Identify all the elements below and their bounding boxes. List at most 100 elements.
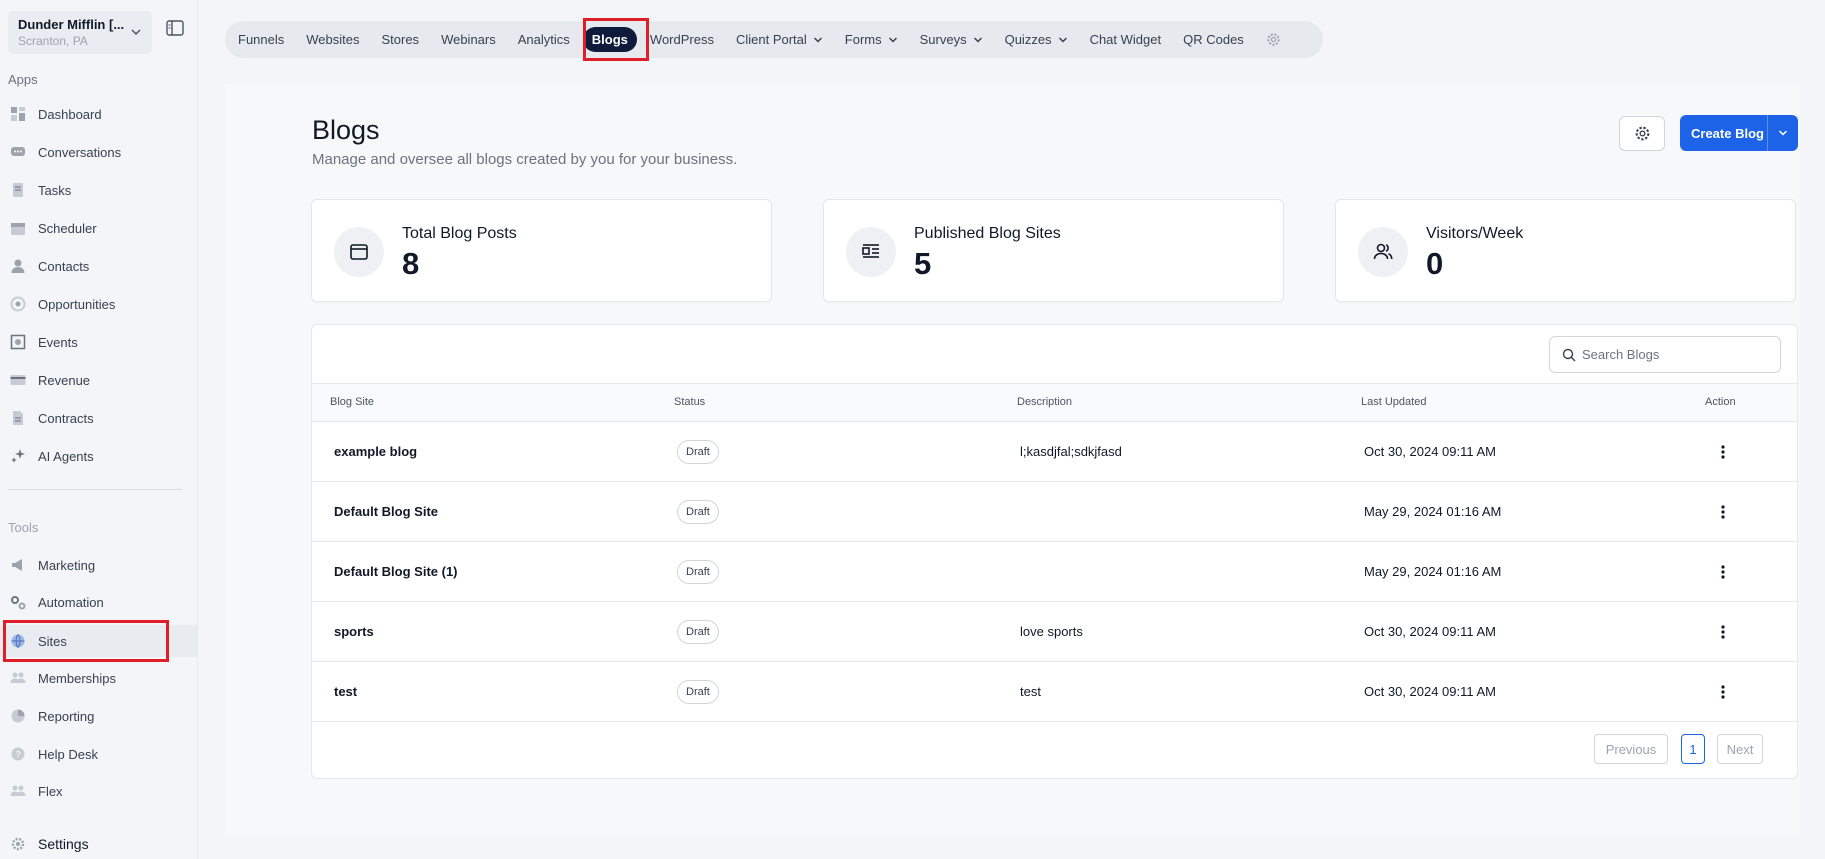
more-actions-icon[interactable]	[1717, 562, 1729, 582]
blog-description: test	[1020, 684, 1041, 699]
more-actions-icon[interactable]	[1717, 622, 1729, 642]
sidebar-item-label: Tasks	[38, 182, 72, 198]
blog-site-name[interactable]: sports	[334, 624, 374, 639]
tab-surveys[interactable]: Surveys	[920, 32, 983, 47]
svg-text:?: ?	[15, 750, 20, 760]
blog-site-name[interactable]: Default Blog Site	[334, 504, 438, 519]
page-title: Blogs	[312, 115, 380, 145]
sidebar-item-ai-agents[interactable]: AI Agents	[10, 441, 190, 471]
column-header-blog-site[interactable]: Blog Site	[330, 396, 374, 408]
create-blog-button[interactable]: Create Blog	[1680, 115, 1798, 151]
sidebar-item-events[interactable]: Events	[10, 327, 190, 357]
sidebar-item-contracts[interactable]: Contracts	[10, 403, 190, 433]
sidebar-item-dashboard[interactable]: Dashboard	[10, 99, 190, 129]
blog-site-name[interactable]: Default Blog Site (1)	[334, 564, 458, 579]
tab-qr-codes[interactable]: QR Codes	[1183, 32, 1244, 47]
status-badge: Draft	[677, 500, 719, 524]
last-updated: Oct 30, 2024 09:11 AM	[1364, 684, 1497, 699]
sidebar-item-contacts[interactable]: Contacts	[10, 251, 190, 281]
sidebar-item-label: Scheduler	[38, 220, 97, 236]
search-input[interactable]: Search Blogs	[1549, 336, 1781, 373]
previous-page-button[interactable]: Previous	[1594, 734, 1668, 764]
blog-description: l;kasdjfal;sdkjfasd	[1020, 444, 1122, 459]
tasks-icon	[10, 182, 26, 198]
sidebar-item-label: Opportunities	[38, 296, 116, 312]
flex-icon	[10, 783, 26, 799]
status-badge: Draft	[677, 680, 719, 704]
next-page-button[interactable]: Next	[1717, 734, 1763, 764]
calendar-icon	[10, 220, 26, 236]
sidebar-item-settings[interactable]: Settings	[10, 829, 190, 859]
chevron-down-icon	[973, 36, 982, 43]
blog-site-name[interactable]: test	[334, 684, 357, 699]
account-location: Scranton, PA	[18, 34, 88, 48]
sidebar-item-conversations[interactable]: Conversations	[10, 137, 190, 167]
search-placeholder: Search Blogs	[1582, 347, 1660, 362]
tab-forms[interactable]: Forms	[845, 32, 898, 47]
column-header-description[interactable]: Description	[1017, 396, 1072, 408]
tab-funnels[interactable]: Funnels	[238, 32, 284, 47]
sidebar-item-label: Flex	[38, 783, 63, 799]
tab-chat-widget[interactable]: Chat Widget	[1090, 32, 1162, 47]
settings-icon	[10, 836, 26, 852]
sidebar-item-opportunities[interactable]: Opportunities	[10, 289, 190, 319]
tab-wordpress[interactable]: WordPress	[650, 32, 714, 47]
chat-icon	[10, 144, 26, 160]
chevron-down-icon	[888, 36, 897, 43]
stat-card-visitors: Visitors/Week 0	[1335, 199, 1796, 302]
megaphone-icon	[10, 557, 26, 573]
sidebar-item-scheduler[interactable]: Scheduler	[10, 213, 190, 243]
top-navigation: Funnels Websites Stores Webinars Analyti…	[225, 21, 1323, 58]
stat-value: 5	[914, 246, 932, 281]
sidebar-item-memberships[interactable]: Memberships	[10, 663, 190, 693]
page-number-current[interactable]: 1	[1681, 734, 1705, 764]
stat-value: 0	[1426, 246, 1444, 281]
sidebar-item-label: Contracts	[38, 410, 94, 426]
stat-card-published-sites: Published Blog Sites 5	[823, 199, 1284, 302]
sidebar-item-marketing[interactable]: Marketing	[10, 550, 190, 580]
sidebar-item-flex[interactable]: Flex	[10, 776, 190, 806]
highlight-box-blogs	[583, 18, 649, 61]
table-row[interactable]: sports Draft love sports Oct 30, 2024 09…	[312, 602, 1797, 662]
blog-site-name[interactable]: example blog	[334, 444, 417, 459]
card-icon	[10, 372, 26, 388]
tab-label: Surveys	[919, 32, 967, 47]
table-row[interactable]: test Draft test Oct 30, 2024 09:11 AM	[312, 662, 1797, 722]
column-header-last-updated[interactable]: Last Updated	[1361, 396, 1426, 408]
create-blog-label: Create Blog	[1691, 125, 1764, 141]
tab-webinars[interactable]: Webinars	[441, 32, 496, 47]
sidebar-item-label: Contacts	[38, 258, 90, 274]
sidebar-item-revenue[interactable]: Revenue	[10, 365, 190, 395]
more-actions-icon[interactable]	[1717, 442, 1729, 462]
create-blog-dropdown[interactable]	[1768, 128, 1798, 138]
last-updated: May 29, 2024 01:16 AM	[1364, 504, 1502, 519]
sidebar-toggle-icon[interactable]	[166, 20, 184, 36]
gear-icon	[1635, 126, 1649, 141]
tab-stores[interactable]: Stores	[381, 32, 419, 47]
table-row[interactable]: example blog Draft l;kasdjfal;sdkjfasd O…	[312, 422, 1797, 482]
sidebar: Dunder Mifflin [... Scranton, PA Apps Da…	[0, 0, 198, 859]
help-icon: ?	[10, 746, 26, 762]
table-row[interactable]: Default Blog Site Draft May 29, 2024 01:…	[312, 482, 1797, 542]
sidebar-item-tasks[interactable]: Tasks	[10, 175, 190, 205]
sidebar-item-label: Marketing	[38, 557, 96, 573]
account-switcher[interactable]: Dunder Mifflin [... Scranton, PA	[8, 11, 152, 54]
tab-quizzes[interactable]: Quizzes	[1005, 32, 1068, 47]
more-actions-icon[interactable]	[1717, 502, 1729, 522]
tab-client-portal[interactable]: Client Portal	[736, 32, 823, 47]
status-badge: Draft	[677, 560, 719, 584]
table-row[interactable]: Default Blog Site (1) Draft May 29, 2024…	[312, 542, 1797, 602]
column-header-status[interactable]: Status	[674, 396, 705, 408]
search-icon	[1562, 348, 1576, 361]
blog-settings-button[interactable]	[1619, 116, 1665, 151]
tab-websites[interactable]: Websites	[306, 32, 359, 47]
sidebar-item-label: Revenue	[38, 372, 91, 388]
chevron-down-icon	[131, 29, 141, 36]
sidebar-item-help-desk[interactable]: ? Help Desk	[10, 739, 190, 769]
gear-icon[interactable]	[1266, 32, 1281, 47]
sidebar-item-automation[interactable]: Automation	[10, 587, 190, 617]
more-actions-icon[interactable]	[1717, 682, 1729, 702]
tab-analytics[interactable]: Analytics	[518, 32, 570, 47]
sidebar-item-reporting[interactable]: Reporting	[10, 701, 190, 731]
last-updated: Oct 30, 2024 09:11 AM	[1364, 624, 1497, 639]
